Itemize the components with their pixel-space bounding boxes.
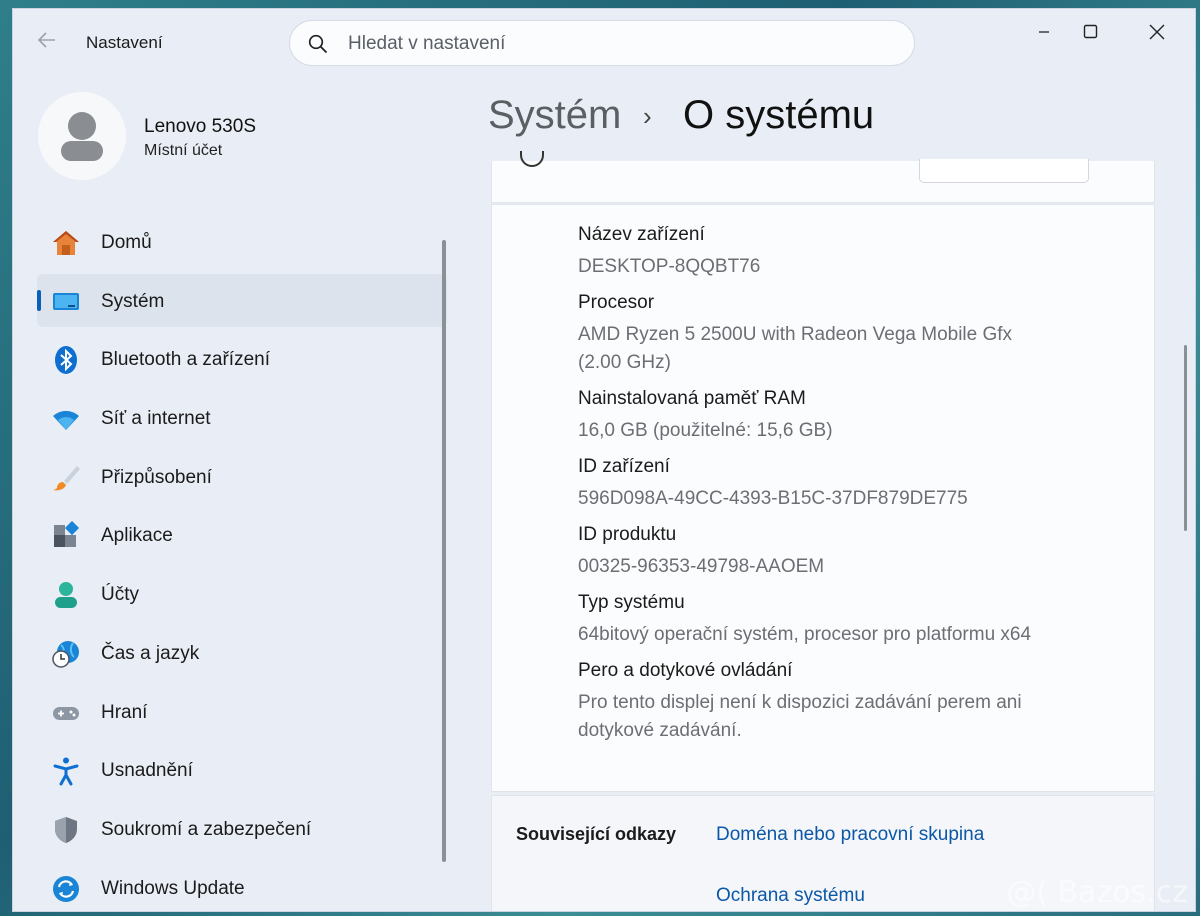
spec-installed-ram: Nainstalovaná paměť RAM 16,0 GB (použite… [492,381,1052,445]
spec-value: 596D098A-49CC-4393-B15C-37DF879DE775 [578,488,968,509]
content-scrollbar[interactable] [1184,345,1187,531]
user-silhouette-icon [61,112,103,161]
spec-value: DESKTOP-8QQBT76 [578,256,761,277]
sidebar-item-label: Účty [101,584,139,606]
avatar[interactable] [38,92,126,180]
sidebar-scrollbar[interactable] [442,240,446,862]
maximize-button[interactable] [1067,17,1113,47]
spec-value: 16,0 GB (použitelné: 15,6 GB) [578,420,833,441]
system-icon [53,292,79,310]
sidebar-item-label: Přizpůsobení [101,466,212,488]
spec-label: Název zařízení [578,224,705,245]
wifi-icon [53,410,79,431]
user-name: Lenovo 530S [144,116,256,137]
search-box[interactable] [289,20,915,66]
spec-label: Pero a dotykové ovládání [578,660,793,681]
sidebar-item-label: Bluetooth a zařízení [101,349,270,371]
spec-processor: Procesor AMD Ryzen 5 2500U with Radeon V… [492,285,1052,377]
domain-workgroup-link[interactable]: Doména nebo pracovní skupina [716,824,984,846]
spec-label: Nainstalovaná paměť RAM [578,388,806,409]
spec-device-name: Název zařízení DESKTOP-8QQBT76 [492,217,1052,281]
sidebar-nav: Domů Systém Bluetooth a zařízení Síť a i… [37,215,447,911]
sidebar-item-label: Domů [101,232,152,253]
sidebar-item-accounts[interactable]: Účty [37,567,447,620]
sidebar-item-label: Síť a internet [101,408,211,430]
gamepad-icon [53,706,79,720]
spec-label: Procesor [578,292,655,313]
spec-device-id: ID zařízení 596D098A-49CC-4393-B15C-37DF… [492,449,1052,513]
sidebar-item-home[interactable]: Domů [37,215,447,268]
breadcrumb-chevron-icon: › [643,101,652,131]
minimize-button[interactable] [1021,17,1067,47]
search-input[interactable] [348,30,888,58]
sidebar-item-label: Aplikace [101,525,173,547]
spec-value: 64bitový operační systém, procesor pro p… [578,624,1032,645]
sidebar-item-label: Usnadnění [101,760,193,782]
sidebar-item-bluetooth[interactable]: Bluetooth a zařízení [37,332,447,385]
spec-system-type: Typ systému 64bitový operační systém, pr… [492,585,1052,649]
sidebar-item-windows-update[interactable]: Windows Update [37,861,447,911]
sidebar-item-system[interactable]: Systém [37,273,447,327]
device-header-card [491,151,1155,203]
update-icon [53,875,79,902]
apps-icon [54,521,80,548]
back-arrow-icon [37,32,55,48]
home-icon [53,231,79,255]
maximize-icon [1083,24,1098,39]
spec-product-id: ID produktu 00325-96353-49798-AAOEM [492,517,1052,581]
brush-icon [53,465,80,491]
close-icon [1149,24,1165,40]
spec-label: Typ systému [578,592,685,613]
spec-value: Pro tento displej není k dispozici zadáv… [578,692,1022,741]
copy-button[interactable] [919,159,1089,183]
bluetooth-icon [55,346,77,375]
related-links-title: Související odkazy [516,824,677,844]
sidebar-item-privacy-security[interactable]: Soukromí a zabezpečení [37,802,447,855]
globe-clock-icon [52,640,79,668]
spec-label: ID produktu [578,524,677,545]
back-button[interactable] [33,29,61,57]
sidebar-item-personalization[interactable]: Přizpůsobení [37,450,447,503]
sidebar-item-network[interactable]: Síť a internet [37,391,447,444]
person-icon [55,582,77,609]
sidebar-item-label: Hraní [101,701,148,723]
spec-value: AMD Ryzen 5 2500U with Radeon Vega Mobil… [578,324,1013,373]
system-protection-link[interactable]: Ochrana systému [716,885,865,907]
search-icon [308,34,328,54]
app-title: Nastavení [86,33,163,52]
info-icon [520,151,544,167]
accessibility-icon [53,757,79,786]
device-specifications: Název zařízení DESKTOP-8QQBT76 Procesor … [491,204,1155,792]
settings-window: Nastavení Lenovo 530S Místní účet Domů S… [12,8,1196,912]
sidebar-item-gaming[interactable]: Hraní [37,685,447,738]
spec-label: ID zařízení [578,456,670,477]
spec-value: 00325-96353-49798-AAOEM [578,556,825,577]
sidebar-item-time-language[interactable]: Čas a jazyk [37,626,447,679]
sidebar-item-label: Soukromí a zabezpečení [101,818,312,840]
sidebar-item-accessibility[interactable]: Usnadnění [37,743,447,796]
sidebar-item-apps[interactable]: Aplikace [37,508,447,561]
watermark-logo: @( Bazos.cz [1006,875,1188,910]
sidebar-item-label: Systém [101,290,165,312]
breadcrumb-parent[interactable]: Systém [488,93,621,138]
close-button[interactable] [1133,17,1179,47]
account-type: Místní účet [144,142,223,159]
sidebar-item-label: Čas a jazyk [101,642,200,664]
spec-pen-touch: Pero a dotykové ovládání Pro tento displ… [492,653,1052,745]
shield-icon [55,816,77,843]
sidebar-item-label: Windows Update [101,877,245,899]
minimize-icon [1039,31,1049,33]
page-title: O systému [683,93,875,137]
